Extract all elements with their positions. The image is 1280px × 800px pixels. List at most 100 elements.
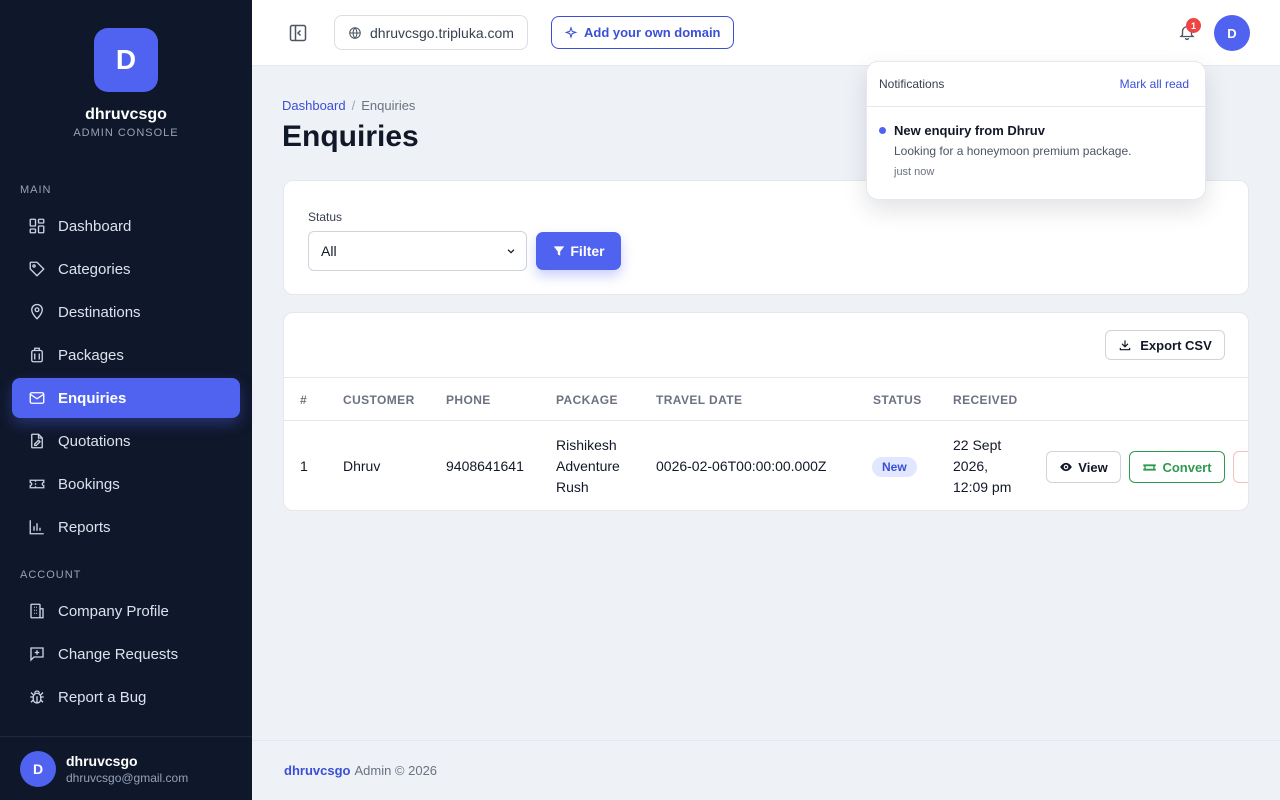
- export-csv-button[interactable]: Export CSV: [1105, 330, 1225, 360]
- sidebar-item-dashboard[interactable]: Dashboard: [12, 206, 240, 246]
- cell-customer: Dhruv: [343, 458, 381, 474]
- sidebar-item-label: Enquiries: [58, 389, 127, 407]
- sidebar-item-packages[interactable]: Packages: [12, 335, 240, 375]
- convert-button-label: Convert: [1162, 459, 1212, 475]
- column-header-index: #: [300, 393, 308, 407]
- avatar: D: [20, 750, 56, 787]
- notification-body: Looking for a honeymoon premium package.: [894, 144, 1132, 158]
- funnel-icon: [554, 246, 565, 256]
- mark-all-read-link[interactable]: Mark all read: [1120, 77, 1189, 91]
- sidebar-item-label: Reports: [58, 518, 111, 536]
- globe-icon: [349, 26, 361, 39]
- notifications-title: Notifications: [879, 77, 945, 91]
- page-footer: dhruvcsgo Admin © 2026: [252, 740, 1280, 800]
- cell-package-line: Adventure: [556, 458, 620, 474]
- edit-document-icon: [31, 433, 43, 449]
- delete-button[interactable]: [1233, 451, 1248, 483]
- filter-button-label: Filter: [570, 243, 605, 259]
- sidebar-item-report-a-bug[interactable]: Report a Bug: [12, 677, 240, 717]
- section-label-main: MAIN: [20, 184, 52, 196]
- luggage-icon: [31, 347, 43, 363]
- column-header-received: RECEIVED: [953, 393, 1018, 407]
- status-select[interactable]: All: [308, 231, 527, 271]
- convert-button[interactable]: Convert: [1129, 451, 1225, 483]
- sidebar-item-company-profile[interactable]: Company Profile: [12, 591, 240, 631]
- notification-item[interactable]: New enquiry from Dhruv Looking for a hon…: [867, 107, 1205, 178]
- sidebar-item-label: Change Requests: [58, 645, 179, 663]
- sidebar-item-destinations[interactable]: Destinations: [12, 292, 240, 332]
- sidebar-item-label: Report a Bug: [58, 688, 147, 706]
- notifications-dropdown: Notifications Mark all read New enquiry …: [866, 61, 1206, 200]
- cell-package-line: Rush: [556, 479, 589, 495]
- footer-text: Admin © 2026: [354, 763, 438, 778]
- tag-icon: [29, 261, 45, 277]
- eye-icon: [1060, 462, 1073, 472]
- notification-badge: 1: [1186, 18, 1201, 33]
- domain-link[interactable]: dhruvcsgo.tripluka.com: [334, 15, 528, 50]
- view-button-label: View: [1078, 459, 1108, 475]
- cell-received-line: 22 Sept: [953, 437, 1002, 453]
- unread-dot: [879, 127, 886, 134]
- dashboard-icon: [29, 218, 45, 234]
- column-header-status: STATUS: [873, 393, 922, 407]
- sidebar-item-label: Categories: [58, 260, 131, 278]
- export-csv-label: Export CSV: [1140, 337, 1212, 353]
- user-avatar-button[interactable]: D: [1214, 15, 1250, 51]
- mail-icon: [29, 392, 45, 404]
- section-label-account: ACCOUNT: [20, 569, 82, 581]
- sidebar: D dhruvcsgo ADMIN CONSOLE MAIN Dashboard…: [0, 0, 252, 800]
- cell-package: Rishikesh Adventure Rush: [556, 435, 620, 498]
- status-select-value: All: [321, 243, 337, 259]
- column-header-phone: PHONE: [446, 393, 491, 407]
- add-domain-label: Add your own domain: [584, 25, 721, 40]
- topbar: dhruvcsgo.tripluka.com Add your own doma…: [252, 0, 1280, 66]
- filter-button[interactable]: Filter: [536, 232, 621, 270]
- breadcrumb-dashboard-link[interactable]: Dashboard: [282, 98, 346, 113]
- sidebar-item-label: Bookings: [58, 475, 120, 493]
- column-header-travel-date: TRAVEL DATE: [656, 393, 743, 407]
- chevron-down-icon: [507, 249, 515, 254]
- sidebar-item-label: Dashboard: [58, 217, 132, 235]
- ticket-icon: [29, 479, 45, 489]
- sidebar-user-email: dhruvcsgo@gmail.com: [66, 770, 189, 785]
- cell-package-line: Rishikesh: [556, 437, 617, 453]
- sidebar-user-name: dhruvcsgo: [66, 752, 138, 769]
- view-button[interactable]: View: [1046, 451, 1121, 483]
- sidebar-item-change-requests[interactable]: Change Requests: [12, 634, 240, 674]
- sidebar-item-enquiries[interactable]: Enquiries: [12, 378, 240, 418]
- sidebar-item-bookings[interactable]: Bookings: [12, 464, 240, 504]
- sidebar-toggle-icon[interactable]: [288, 23, 308, 43]
- cell-phone: 9408641641: [446, 458, 524, 474]
- ticket-icon: [1143, 463, 1157, 471]
- enquiries-table-card: Export CSV # CUSTOMER PHONE PACKAGE TRAV…: [283, 312, 1249, 511]
- breadcrumb-current: Enquiries: [361, 98, 416, 113]
- cell-received: 22 Sept 2026, 12:09 pm: [953, 435, 1011, 498]
- message-plus-icon: [30, 647, 44, 662]
- bug-icon: [30, 690, 44, 704]
- sidebar-item-label: Quotations: [58, 432, 131, 450]
- brand-subtitle: ADMIN CONSOLE: [73, 127, 179, 139]
- sidebar-item-quotations[interactable]: Quotations: [12, 421, 240, 461]
- notification-time: just now: [894, 166, 935, 178]
- sidebar-item-label: Packages: [58, 346, 124, 364]
- sidebar-user[interactable]: D dhruvcsgo dhruvcsgo@gmail.com: [0, 736, 252, 800]
- notifications-header: Notifications Mark all read: [867, 62, 1205, 107]
- brand-logo[interactable]: D: [94, 28, 158, 92]
- sidebar-user-info: dhruvcsgo dhruvcsgo@gmail.com: [66, 753, 188, 785]
- page-title: Enquiries: [282, 120, 419, 153]
- sidebar-item-label: Company Profile: [58, 602, 169, 620]
- cell-travel-date: 0026-02-06T00:00:00.000Z: [656, 458, 827, 474]
- column-header-customer: CUSTOMER: [343, 393, 415, 407]
- download-icon: [1119, 340, 1131, 351]
- add-domain-button[interactable]: Add your own domain: [551, 16, 734, 49]
- breadcrumb-separator: /: [351, 98, 356, 113]
- footer-brand-link[interactable]: dhruvcsgo: [284, 763, 350, 778]
- sidebar-item-reports[interactable]: Reports: [12, 507, 240, 547]
- sparkle-icon: [564, 25, 578, 39]
- building-icon: [30, 603, 44, 619]
- cell-received-line: 2026,: [953, 458, 989, 474]
- cell-received-line: 12:09 pm: [953, 479, 1012, 495]
- sidebar-item-categories[interactable]: Categories: [12, 249, 240, 289]
- status-badge: New: [872, 457, 917, 477]
- bar-chart-icon: [29, 520, 44, 535]
